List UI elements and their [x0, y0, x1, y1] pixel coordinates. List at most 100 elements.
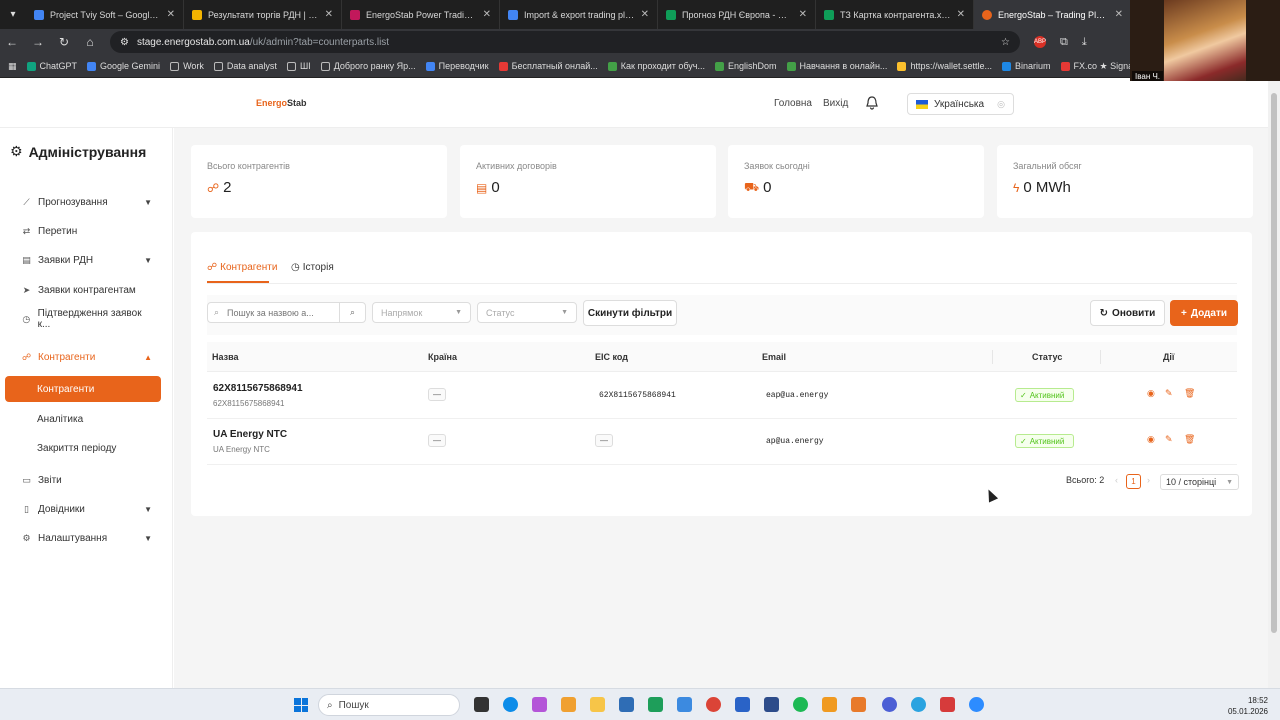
- sidebar-item-counterpart-requests[interactable]: ➤ Заявки контрагентам: [22, 280, 152, 300]
- back-icon[interactable]: ←: [6, 35, 18, 49]
- sidebar-item-rdn-requests[interactable]: ▤ Заявки РДН ▼: [22, 250, 152, 270]
- bookmark[interactable]: Google Gemini: [87, 61, 160, 71]
- close-icon[interactable]: ✕: [641, 9, 649, 20]
- pagination-page[interactable]: 1: [1126, 474, 1141, 489]
- view-icon[interactable]: ◉: [1147, 434, 1155, 445]
- bookmark[interactable]: Навчання в онлайн...: [786, 61, 887, 71]
- add-button[interactable]: + Додати: [1170, 300, 1238, 326]
- bookmark[interactable]: EnglishDom: [715, 61, 777, 71]
- app-icon[interactable]: [561, 697, 576, 712]
- extensions-icon[interactable]: ⧉: [1060, 36, 1068, 49]
- close-icon[interactable]: ✕: [325, 9, 333, 20]
- edit-icon[interactable]: ✎: [1165, 388, 1173, 399]
- browser-tab[interactable]: Project Tviy Soft – Google Диск ✕: [26, 0, 184, 29]
- tab-history[interactable]: ◷ Історія: [291, 262, 334, 273]
- close-icon[interactable]: ✕: [957, 9, 965, 20]
- close-icon[interactable]: ✕: [1115, 9, 1123, 20]
- tab-counterparts[interactable]: ☍ Контрагенти: [207, 262, 277, 273]
- spotify-icon[interactable]: [793, 697, 808, 712]
- column-header-country[interactable]: Країна: [428, 352, 457, 362]
- windows-start-icon[interactable]: [294, 698, 308, 712]
- nav-logout-link[interactable]: Вихід: [823, 98, 848, 109]
- refresh-button[interactable]: ↻ Оновити: [1090, 300, 1165, 326]
- browser-tab[interactable]: Прогноз РДН Європа - Googl ✕: [658, 0, 816, 29]
- sidebar-item-reports[interactable]: ▭ Звіти: [22, 470, 152, 490]
- bookmark[interactable]: ChatGPT: [26, 61, 77, 71]
- browser-tab[interactable]: Результати торгів РДН | Опера ✕: [184, 0, 342, 29]
- sidebar-subitem-counterparts-active[interactable]: Контрагенти: [5, 376, 161, 402]
- adblock-icon[interactable]: ABP: [1034, 36, 1046, 48]
- bookmark-star-icon[interactable]: ☆: [1001, 37, 1010, 48]
- bookmark[interactable]: https://wallet.settle...: [897, 61, 992, 71]
- store-icon[interactable]: [619, 697, 634, 712]
- column-header-eic[interactable]: EIC код: [595, 352, 628, 362]
- close-icon[interactable]: ✕: [167, 9, 175, 20]
- browser-tab[interactable]: Import & export trading platfo ✕: [500, 0, 658, 29]
- column-header-status[interactable]: Статус: [1032, 352, 1062, 362]
- status-select[interactable]: Статус ▼: [477, 302, 577, 323]
- language-select[interactable]: Українська ◎: [907, 93, 1014, 115]
- bookmark[interactable]: Бесплатный онлай...: [498, 61, 598, 71]
- app-icon[interactable]: [940, 697, 955, 712]
- sidebar-item-crossing[interactable]: ⇄ Перетин: [22, 221, 152, 241]
- browser-tab[interactable]: ТЗ Картка контрагента.xlsx - G ✕: [816, 0, 974, 29]
- copilot-icon[interactable]: [532, 697, 547, 712]
- edge-icon[interactable]: [503, 697, 518, 712]
- browser-tab-active[interactable]: EnergoStab – Trading Platform ✕: [974, 0, 1132, 29]
- app-icon[interactable]: [851, 697, 866, 712]
- table-row[interactable]: 62X8115675868941 62X8115675868941 — 62X8…: [207, 373, 1237, 419]
- bookmark-folder[interactable]: Data analyst: [213, 61, 277, 71]
- file-explorer-icon[interactable]: [590, 697, 605, 712]
- site-info-icon[interactable]: ⚙: [120, 37, 129, 48]
- delete-icon[interactable]: 🗑: [1184, 388, 1195, 399]
- address-bar[interactable]: ⚙ stage.energostab.com.ua/uk/admin?tab=c…: [110, 31, 1020, 53]
- table-row[interactable]: UA Energy NTC UA Energy NTC — — ap@ua.en…: [207, 419, 1237, 465]
- page-scrollbar[interactable]: [1268, 81, 1280, 688]
- sidebar-item-settings[interactable]: ⚙ Налаштування ▼: [22, 528, 152, 548]
- column-header-name[interactable]: Назва: [212, 352, 239, 362]
- sidebar-subitem-period-closing[interactable]: Закриття періоду: [37, 443, 116, 454]
- bookmark-folder[interactable]: Доброго ранку Яр...: [320, 61, 416, 71]
- browser-tab[interactable]: EnergoStab Power Trading Platf ✕: [342, 0, 500, 29]
- sidebar-item-confirmations[interactable]: ◷ Підтвердження заявок к...: [22, 308, 152, 330]
- column-header-email[interactable]: Email: [762, 352, 786, 362]
- delete-icon[interactable]: 🗑: [1184, 434, 1195, 445]
- app-icon[interactable]: [822, 697, 837, 712]
- bookmark-folder[interactable]: Work: [170, 61, 204, 71]
- chrome-icon[interactable]: [706, 697, 721, 712]
- sidebar-subitem-analytics[interactable]: Аналітика: [37, 414, 83, 425]
- app-icon[interactable]: [764, 697, 779, 712]
- apps-icon[interactable]: ▦: [8, 61, 17, 72]
- app-icon[interactable]: [882, 697, 897, 712]
- bookmark[interactable]: Переводчик: [425, 61, 489, 71]
- reset-filters-button[interactable]: Скинути фільтри: [583, 300, 677, 326]
- zoom-icon[interactable]: [969, 697, 984, 712]
- direction-select[interactable]: Напрямок ▼: [372, 302, 471, 323]
- app-icon[interactable]: [648, 697, 663, 712]
- taskbar-search[interactable]: ⌕ Пошук: [318, 694, 460, 716]
- forward-icon[interactable]: →: [32, 35, 44, 49]
- taskbar-clock[interactable]: 18:52 05.01.2026: [1222, 695, 1268, 717]
- bell-icon[interactable]: [866, 96, 878, 110]
- bookmark[interactable]: Binarium: [1001, 61, 1051, 71]
- chevron-left-icon[interactable]: ‹: [1115, 475, 1118, 485]
- bookmark[interactable]: Как проходит обуч...: [607, 61, 705, 71]
- search-button[interactable]: ⌕: [339, 303, 365, 322]
- chevron-right-icon[interactable]: ›: [1147, 475, 1150, 485]
- download-icon[interactable]: ⤓: [1082, 36, 1087, 49]
- tab-search-icon[interactable]: ▾: [0, 0, 26, 29]
- page-size-select[interactable]: 10 / сторінці ▼: [1160, 474, 1239, 490]
- edit-icon[interactable]: ✎: [1165, 434, 1173, 445]
- close-icon[interactable]: ✕: [799, 9, 807, 20]
- nav-home-link[interactable]: Головна: [774, 98, 812, 109]
- bookmark-folder[interactable]: ШІ: [286, 61, 311, 71]
- telegram-icon[interactable]: [911, 697, 926, 712]
- sidebar-item-counterparts[interactable]: ☍ Контрагенти ▲: [22, 347, 152, 367]
- search-input[interactable]: [208, 303, 339, 322]
- home-icon[interactable]: ⌂: [84, 35, 96, 49]
- close-icon[interactable]: ✕: [483, 9, 491, 20]
- app-icon[interactable]: [677, 697, 692, 712]
- logo[interactable]: EnergoStab: [256, 98, 307, 108]
- scrollbar-thumb[interactable]: [1271, 93, 1277, 633]
- outlook-icon[interactable]: [735, 697, 750, 712]
